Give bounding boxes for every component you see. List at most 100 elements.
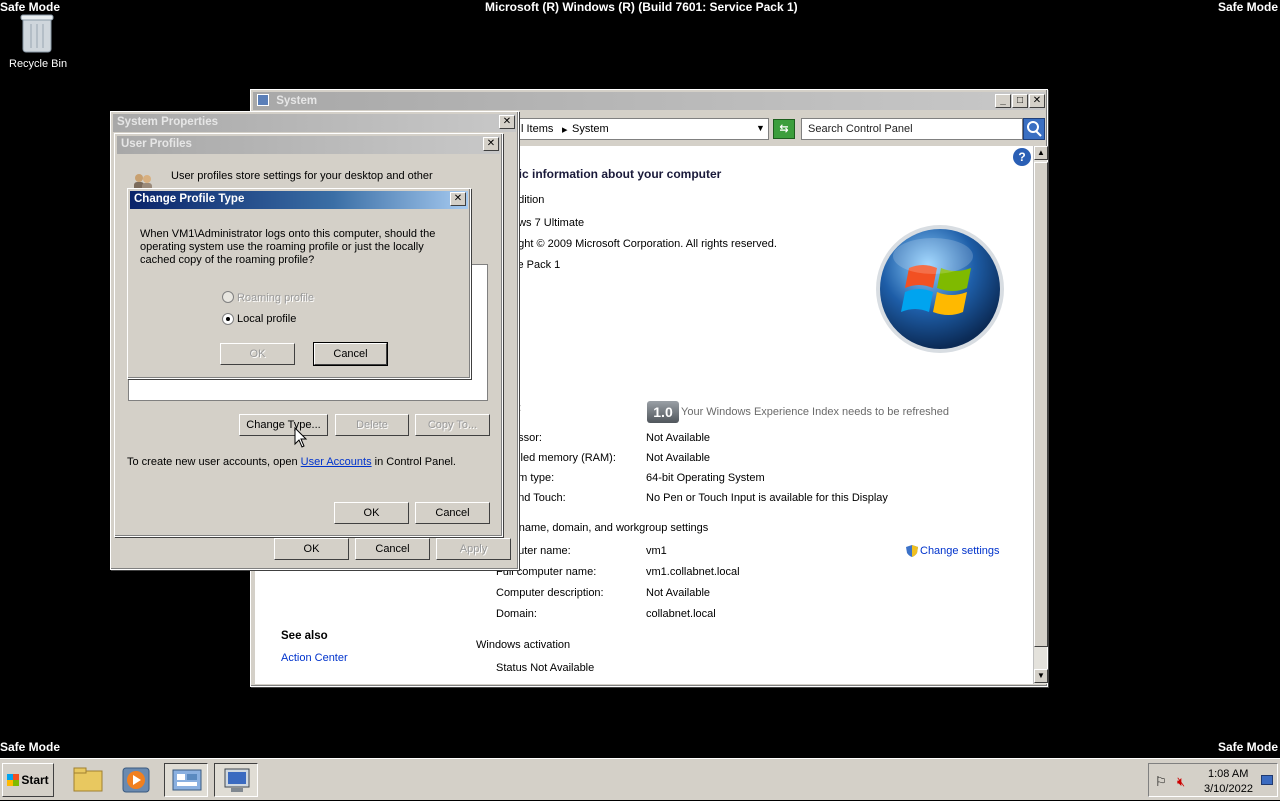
service-pack-text: ce Pack 1	[512, 259, 561, 271]
system-divider	[512, 385, 1019, 386]
change-profile-type-ok-button[interactable]: OK	[220, 343, 295, 365]
user-profiles-title: User Profiles	[121, 138, 192, 150]
recycle-bin-label: Recycle Bin	[9, 58, 68, 70]
scrollbar-thumb[interactable]	[1034, 162, 1048, 647]
user-accounts-footer: To create new user accounts, open User A…	[127, 456, 456, 468]
clock-time[interactable]: 1:08 AM	[1208, 768, 1248, 780]
change-profile-type-title: Change Profile Type	[134, 193, 245, 205]
safe-mode-label-top-right: Safe Mode	[1217, 0, 1278, 14]
breadcrumb-separator-icon: ▸	[562, 124, 568, 136]
rating-value[interactable]: Your Windows Experience Index needs to b…	[681, 406, 949, 418]
delete-button[interactable]: Delete	[335, 414, 409, 436]
computer-name-value: vm1	[646, 545, 667, 557]
windows-flag-icon	[7, 774, 20, 786]
media-player-icon	[122, 767, 150, 793]
activation-divider	[573, 645, 1019, 646]
search-placeholder: Search Control Panel	[808, 123, 913, 135]
close-button[interactable]: ✕	[1029, 94, 1045, 108]
footer-suffix: in Control Panel.	[371, 456, 456, 468]
local-profile-radio[interactable]	[222, 313, 234, 325]
maximize-button[interactable]: □	[1012, 94, 1028, 108]
computer-description-label: Computer description:	[496, 587, 604, 599]
see-also-title: See also	[281, 630, 328, 642]
change-profile-type-close-button[interactable]: ✕	[450, 192, 466, 206]
taskbar: Start ⚐ 🔇︎ 1:08 AM 3/10/2022	[0, 758, 1280, 800]
change-profile-type-dialog[interactable]: Change Profile Type ✕ When VM1\Administr…	[127, 188, 471, 379]
activation-status: Status Not Available	[496, 662, 595, 674]
system-properties-title: System Properties	[117, 116, 218, 128]
pen-touch-value: No Pen or Touch Input is available for t…	[646, 492, 888, 504]
local-profile-label[interactable]: Local profile	[237, 313, 296, 325]
system-window-icon	[257, 94, 269, 106]
copy-to-button[interactable]: Copy To...	[415, 414, 490, 436]
recycle-bin-desktop-icon[interactable]: Recycle Bin	[8, 12, 68, 74]
action-center-flag-icon[interactable]: ⚐	[1155, 774, 1167, 790]
roaming-profile-label[interactable]: Roaming profile	[237, 292, 314, 304]
change-profile-type-cancel-button[interactable]: Cancel	[313, 342, 388, 366]
folder-icon	[73, 767, 103, 792]
computer-name-label: puter name:	[512, 545, 571, 557]
help-icon[interactable]: ?	[1013, 148, 1031, 166]
user-profiles-titlebar[interactable]: User Profiles	[117, 136, 500, 154]
computer-description-value: Not Available	[646, 587, 711, 599]
taskbar-control-panel[interactable]	[164, 763, 208, 797]
system-properties-apply-button[interactable]: Apply	[436, 538, 511, 560]
user-accounts-link[interactable]: User Accounts	[301, 456, 372, 468]
page-heading: sic information about your computer	[512, 167, 722, 181]
system-properties-ok-button[interactable]: OK	[274, 538, 349, 560]
safe-mode-label-bottom-right: Safe Mode	[1217, 740, 1278, 754]
breadcrumb-system[interactable]: System	[572, 123, 609, 135]
volume-muted-icon[interactable]: 🔇︎	[1177, 774, 1185, 790]
system-properties-titlebar[interactable]: System Properties	[113, 114, 516, 132]
windows-logo	[875, 224, 1005, 354]
breadcrumb-all-items[interactable]: l Items	[521, 123, 553, 135]
taskbar-system-properties[interactable]	[214, 763, 258, 797]
safe-mode-label-bottom-left: Safe Mode	[0, 740, 61, 754]
edition-value: ows 7 Ultimate	[512, 217, 585, 229]
search-input[interactable]: Search Control Panel	[801, 118, 1023, 140]
scroll-down-icon[interactable]: ▼	[1034, 669, 1048, 683]
roaming-profile-radio[interactable]	[222, 291, 234, 303]
system-properties-cancel-button[interactable]: Cancel	[355, 538, 430, 560]
scroll-up-icon[interactable]: ▲	[1034, 146, 1048, 160]
change-settings-link[interactable]: Change settings	[920, 545, 1000, 557]
footer-prefix: To create new user accounts, open	[127, 456, 301, 468]
shield-icon	[905, 544, 919, 558]
scrollbar[interactable]: ▲ ▼	[1033, 146, 1048, 684]
change-type-button[interactable]: Change Type...	[239, 414, 328, 436]
taskbar-media-player[interactable]	[114, 763, 158, 797]
change-profile-type-titlebar[interactable]: Change Profile Type	[130, 191, 468, 209]
wei-score-badge[interactable]: 1.0	[647, 401, 679, 423]
show-desktop-icon[interactable]	[1261, 775, 1273, 785]
mouse-cursor-icon	[294, 426, 308, 449]
memory-label: alled memory (RAM):	[512, 452, 616, 464]
search-icon[interactable]	[1023, 118, 1045, 140]
user-profiles-cancel-button[interactable]: Cancel	[415, 502, 490, 524]
processor-value: Not Available	[646, 432, 711, 444]
copyright-text: right © 2009 Microsoft Corporation. All …	[512, 238, 777, 250]
start-button[interactable]: Start	[2, 763, 54, 797]
user-profiles-close-button[interactable]: ✕	[483, 137, 499, 151]
start-label: Start	[21, 773, 49, 787]
taskbar-explorer[interactable]	[66, 763, 110, 797]
system-window-titlebar[interactable]: System	[253, 92, 1045, 110]
user-profiles-description: User profiles store settings for your de…	[171, 170, 433, 182]
refresh-icon[interactable]: ⇆	[773, 119, 795, 139]
activation-section-title: Windows activation	[476, 639, 571, 651]
address-dropdown-icon[interactable]: ▼	[756, 123, 765, 133]
computer-divider	[717, 528, 1019, 529]
user-profiles-ok-button[interactable]: OK	[334, 502, 409, 524]
system-window-title: System	[276, 95, 318, 107]
memory-value: Not Available	[646, 452, 711, 464]
system-properties-close-button[interactable]: ✕	[499, 115, 515, 129]
edition-divider	[555, 200, 1019, 201]
control-panel-icon	[172, 769, 202, 791]
computer-section-title: r name, domain, and workgroup settings	[512, 522, 709, 534]
domain-value: collabnet.local	[646, 608, 716, 620]
clock-date[interactable]: 3/10/2022	[1204, 783, 1253, 795]
minimize-button[interactable]: _	[995, 94, 1011, 108]
full-computer-name-value: vm1.collabnet.local	[646, 566, 740, 578]
change-profile-type-message: When VM1\Administrator logs onto this co…	[140, 228, 436, 266]
recycle-bin-icon	[20, 14, 54, 53]
action-center-link[interactable]: Action Center	[281, 652, 348, 664]
